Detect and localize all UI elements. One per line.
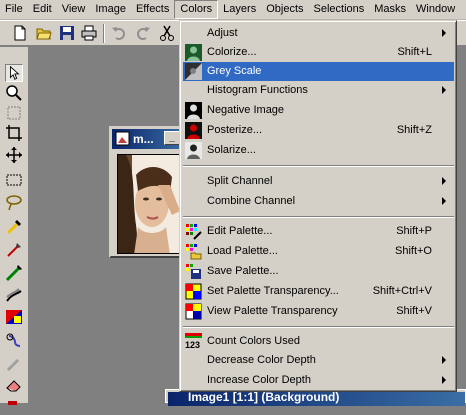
menu-objects[interactable]: Objects bbox=[261, 0, 308, 19]
print-icon[interactable] bbox=[81, 25, 97, 41]
menu-image[interactable]: Image bbox=[90, 0, 131, 19]
paintbrush-tool-icon[interactable] bbox=[5, 241, 23, 259]
background-image-window-titlebar[interactable]: Image1 [1:1] (Background) bbox=[168, 390, 465, 406]
save-icon[interactable] bbox=[59, 25, 75, 41]
menu-item-solarize[interactable]: Solarize... bbox=[183, 141, 454, 160]
menu-bar: File Edit View Image Effects Colors Laye… bbox=[0, 0, 466, 20]
menu-separator bbox=[183, 216, 454, 218]
menu-item-adjust[interactable]: Adjust bbox=[183, 24, 454, 43]
menu-layers[interactable]: Layers bbox=[218, 0, 261, 19]
menu-effects[interactable]: Effects bbox=[131, 0, 174, 19]
menu-item-edit-palette[interactable]: Edit Palette... Shift+P bbox=[183, 222, 454, 241]
submenu-arrow-icon bbox=[442, 177, 446, 185]
count-colors-icon: 123 bbox=[185, 333, 202, 350]
menu-item-negative-image[interactable]: Negative Image bbox=[183, 101, 454, 120]
menu-file[interactable]: File bbox=[0, 0, 28, 19]
zoom-tool-icon[interactable] bbox=[5, 84, 23, 102]
image-window-title: m... bbox=[133, 132, 154, 146]
menu-item-split-channel[interactable]: Split Channel bbox=[183, 172, 454, 191]
menu-item-load-palette[interactable]: Load Palette... Shift+O bbox=[183, 242, 454, 261]
palette-transparency-icon bbox=[185, 283, 202, 300]
image-window-titlebar[interactable]: m... _ bbox=[112, 129, 186, 149]
submenu-arrow-icon bbox=[442, 197, 446, 205]
image-window-icon bbox=[115, 131, 130, 146]
cut-icon[interactable] bbox=[159, 25, 175, 41]
scratch-remover-tool-icon[interactable] bbox=[5, 332, 23, 350]
menu-item-save-palette[interactable]: Save Palette... bbox=[183, 262, 454, 281]
clone-brush-tool-icon[interactable] bbox=[5, 264, 23, 282]
menu-item-decrease-color-depth[interactable]: Decrease Color Depth bbox=[183, 351, 454, 370]
menu-view[interactable]: View bbox=[57, 0, 91, 19]
menu-item-colorize[interactable]: Colorize... Shift+L bbox=[183, 43, 454, 62]
pen-tool-icon[interactable] bbox=[5, 355, 23, 373]
submenu-arrow-icon bbox=[442, 86, 446, 94]
svg-text:123: 123 bbox=[185, 340, 200, 350]
view-transparency-icon bbox=[185, 303, 202, 320]
grey-scale-icon bbox=[185, 63, 202, 80]
selection-tool-icon[interactable] bbox=[5, 171, 23, 189]
background-image-window-title: Image1 [1:1] (Background) bbox=[188, 390, 340, 404]
save-palette-icon bbox=[186, 264, 201, 279]
colorize-icon bbox=[185, 44, 202, 61]
menu-item-count-colors-used[interactable]: 123 Count Colors Used bbox=[183, 332, 454, 351]
menu-separator bbox=[183, 165, 454, 167]
menu-item-combine-channel[interactable]: Combine Channel bbox=[183, 192, 454, 211]
image-canvas[interactable] bbox=[117, 154, 183, 254]
load-palette-icon bbox=[186, 244, 202, 260]
retouch-tool-icon[interactable] bbox=[5, 308, 23, 326]
colors-menu: Adjust Colorize... Shift+L Grey Scale Hi… bbox=[179, 20, 457, 392]
menu-item-histogram-functions[interactable]: Histogram Functions bbox=[183, 81, 454, 100]
deform-tool-icon[interactable] bbox=[5, 104, 23, 122]
crop-tool-icon[interactable] bbox=[5, 124, 23, 142]
submenu-arrow-icon bbox=[442, 29, 446, 37]
arrow-tool-icon[interactable] bbox=[5, 64, 23, 82]
menu-selections[interactable]: Selections bbox=[309, 0, 370, 19]
airbrush-tool-icon[interactable] bbox=[5, 397, 23, 415]
menu-edit[interactable]: Edit bbox=[28, 0, 57, 19]
dropper-tool-icon[interactable] bbox=[5, 218, 23, 236]
negative-image-icon bbox=[185, 102, 202, 119]
menu-masks[interactable]: Masks bbox=[369, 0, 411, 19]
new-file-icon[interactable] bbox=[12, 25, 28, 41]
open-folder-icon[interactable] bbox=[36, 25, 52, 41]
menu-item-view-palette-transparency[interactable]: View Palette Transparency Shift+V bbox=[183, 302, 454, 321]
color-replacer-tool-icon[interactable] bbox=[5, 287, 23, 305]
solarize-icon bbox=[185, 142, 202, 159]
toolbar-separator bbox=[103, 24, 105, 43]
submenu-arrow-icon bbox=[442, 356, 446, 364]
tool-palette bbox=[0, 47, 29, 405]
posterize-icon bbox=[185, 122, 202, 139]
image-window: m... _ bbox=[109, 126, 189, 258]
undo-icon[interactable] bbox=[111, 25, 127, 41]
edit-palette-icon bbox=[186, 224, 202, 240]
lasso-tool-icon[interactable] bbox=[5, 193, 23, 211]
menu-separator bbox=[183, 326, 454, 328]
menu-item-grey-scale[interactable]: Grey Scale bbox=[183, 62, 454, 81]
submenu-arrow-icon bbox=[442, 376, 446, 384]
menu-item-increase-color-depth[interactable]: Increase Color Depth bbox=[183, 371, 454, 390]
menu-item-posterize[interactable]: Posterize... Shift+Z bbox=[183, 121, 454, 140]
menu-item-set-palette-transparency[interactable]: Set Palette Transparency... Shift+Ctrl+V bbox=[183, 282, 454, 301]
redo-icon[interactable] bbox=[135, 25, 151, 41]
eraser-tool-icon[interactable] bbox=[5, 376, 23, 394]
menu-window[interactable]: Window bbox=[411, 0, 460, 19]
minimize-button[interactable]: _ bbox=[164, 131, 180, 145]
mover-tool-icon[interactable] bbox=[5, 146, 23, 164]
menu-colors[interactable]: Colors bbox=[174, 0, 219, 19]
portrait-photo bbox=[118, 155, 182, 253]
